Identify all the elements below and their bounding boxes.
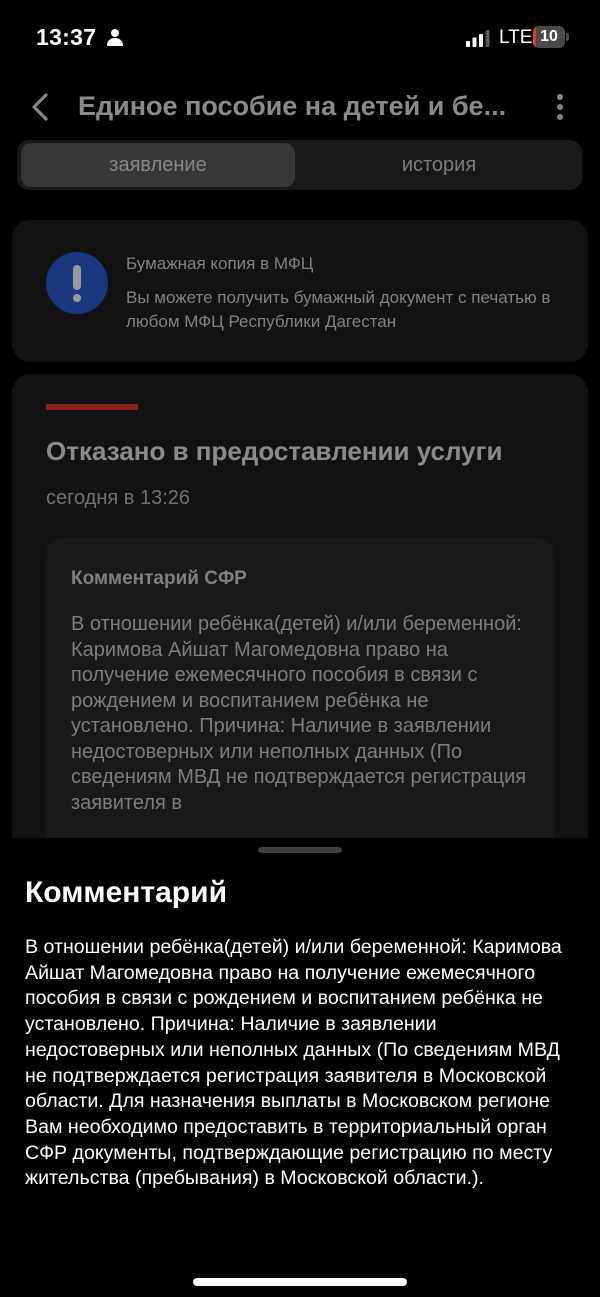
status-time: 13:37 bbox=[36, 24, 97, 50]
sheet-grabber[interactable] bbox=[258, 847, 342, 853]
info-card-text: Вы можете получить бумажный документ с п… bbox=[126, 288, 551, 331]
exclamation-icon bbox=[46, 252, 108, 314]
more-vertical-icon[interactable] bbox=[552, 92, 568, 122]
chevron-left-icon[interactable] bbox=[30, 92, 50, 122]
battery-icon: 10 bbox=[533, 26, 569, 48]
cellular-signal-icon bbox=[466, 30, 490, 47]
battery-level: 10 bbox=[540, 28, 558, 45]
home-indicator[interactable] bbox=[193, 1278, 407, 1286]
screen: 13:37 LTE 10 Единое пособие на детей и б… bbox=[0, 0, 600, 1297]
network-type: LTE bbox=[499, 27, 533, 48]
comment-preview-text: В отношении ребёнка(детей) и/или беремен… bbox=[71, 613, 527, 814]
status-accent-bar bbox=[46, 404, 138, 410]
nav-bar: Единое пособие на детей и бе... bbox=[0, 76, 600, 136]
person-icon bbox=[107, 29, 123, 46]
tab-history[interactable]: история bbox=[299, 143, 579, 187]
info-card-title: Бумажная копия в МФЦ bbox=[126, 254, 314, 273]
app-content: Единое пособие на детей и бе... заявлени… bbox=[0, 76, 600, 894]
comment-bottom-sheet: Комментарий В отношении ребёнка(детей) и… bbox=[0, 838, 600, 1297]
mfc-info-card: Бумажная копия в МФЦ Вы можете получить … bbox=[12, 220, 588, 362]
status-heading: Отказано в предоставлении услуги bbox=[46, 436, 503, 466]
tab-application[interactable]: заявление bbox=[21, 143, 295, 187]
status-bar: 13:37 LTE 10 bbox=[0, 0, 600, 76]
application-status-card: Отказано в предоставлении услуги сегодня… bbox=[12, 374, 588, 894]
comment-preview-title: Комментарий СФР bbox=[71, 568, 247, 589]
sheet-comment-text: В отношении ребёнка(детей) и/или беремен… bbox=[25, 936, 562, 1190]
segmented-tabs: заявление история bbox=[17, 140, 582, 190]
status-timestamp: сегодня в 13:26 bbox=[46, 487, 190, 509]
sheet-title: Комментарий bbox=[25, 876, 228, 909]
page-title: Единое пособие на детей и бе... bbox=[78, 91, 507, 121]
